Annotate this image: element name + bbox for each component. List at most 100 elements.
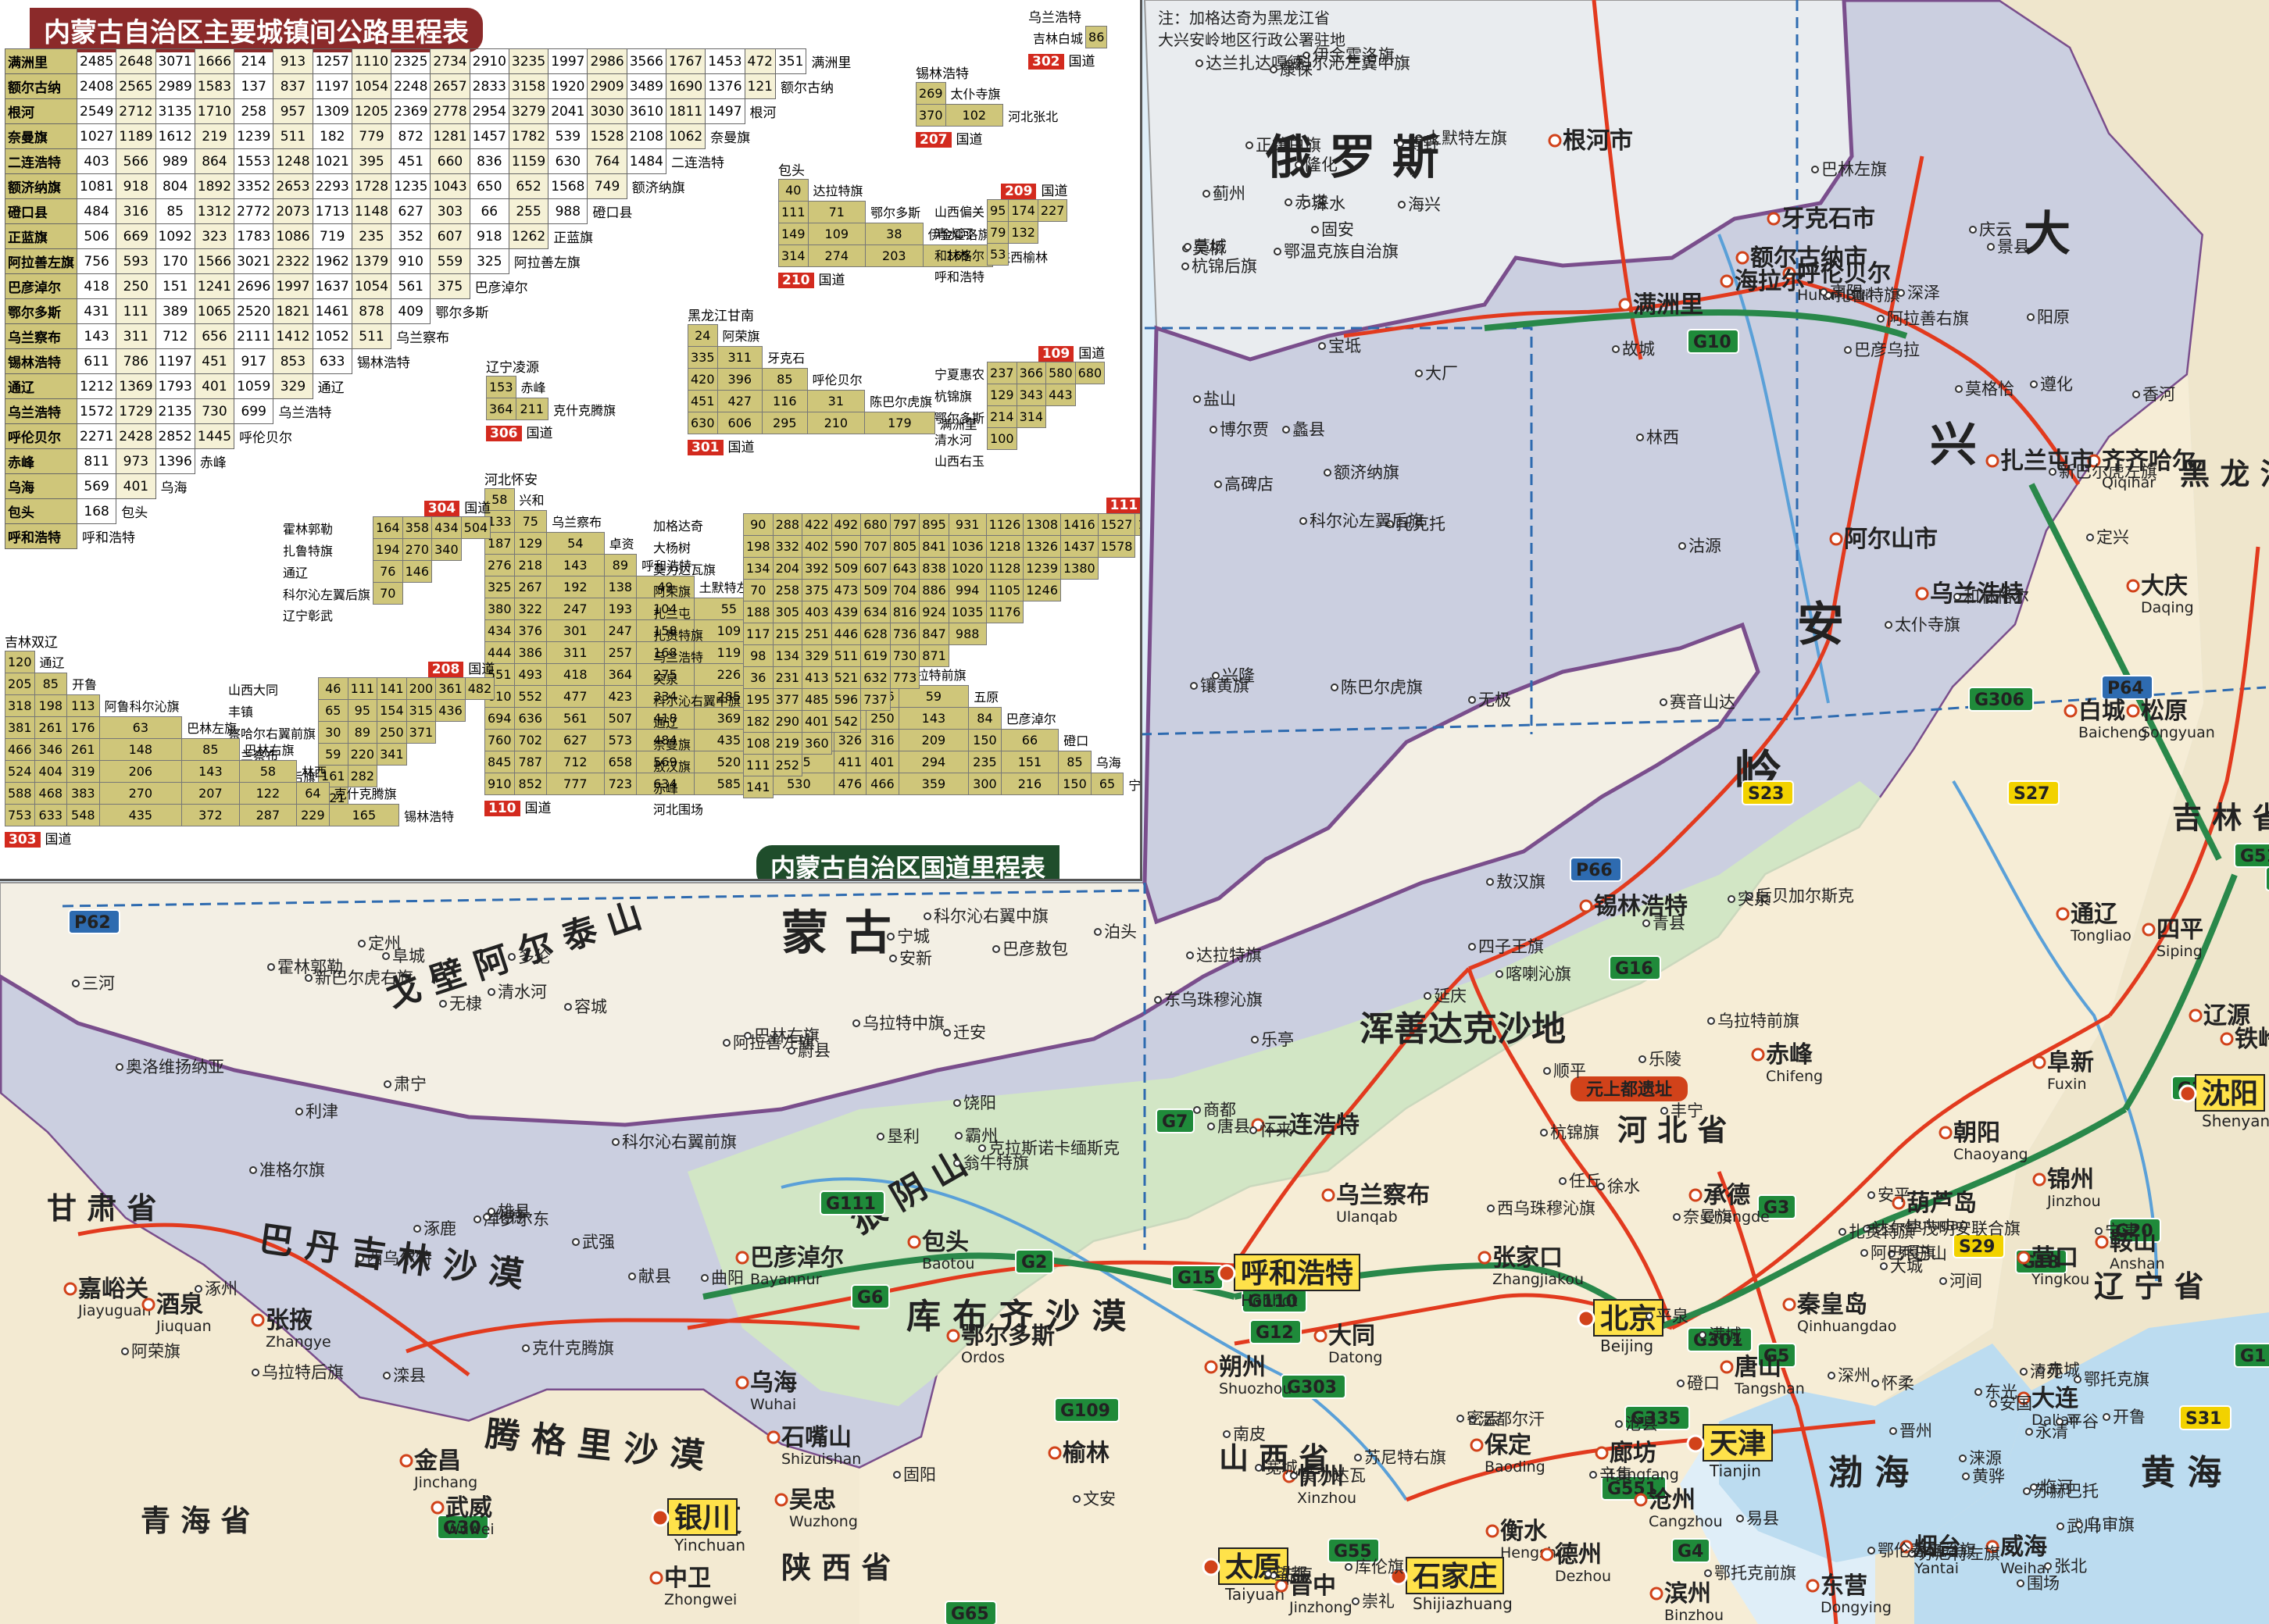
capital-en-label: Shenyang (2202, 1112, 2269, 1130)
city-label: 张家口 (1492, 1244, 1563, 1272)
road-block-head: 黑龙江甘南 (688, 309, 754, 324)
town-marker (1331, 684, 1338, 691)
matrix-cell: 1710 (194, 98, 235, 124)
road-block-cell: 658 (603, 751, 638, 773)
matrix-cell: 137 (234, 73, 274, 99)
road-block-cell: 149 (778, 223, 809, 245)
town-marker (1424, 992, 1431, 1000)
town-marker (1154, 996, 1162, 1004)
town-label: 泊头 (1104, 923, 1137, 941)
road-number-badge: 303 (5, 832, 41, 848)
road-block-label: 鄂尔多斯 (934, 410, 985, 426)
road-block-cell: 176 (66, 716, 100, 739)
town-label: 平谷 (2066, 1412, 2099, 1431)
town-label: 乌拉特后旗 (262, 1363, 344, 1382)
town-marker (953, 1099, 961, 1107)
town-marker (2049, 468, 2056, 476)
matrix-cell: 918 (116, 173, 156, 199)
road-block-label: 山西右玉 (934, 454, 985, 469)
matrix-cell: 3610 (626, 98, 666, 124)
town-marker (887, 933, 895, 940)
town-label: 唐县 (1217, 1117, 1250, 1136)
city-marker (2017, 1251, 2031, 1265)
city-label: 秦皇岛 (1796, 1291, 1867, 1319)
matrix-cell: 1197 (155, 348, 195, 374)
city-en-label: Tongliao (2070, 927, 2131, 944)
road-block-cell: 53 (987, 243, 1009, 266)
town-marker (439, 1000, 447, 1008)
town-label: 献县 (638, 1267, 671, 1286)
road-block-cell: 1176 (985, 601, 1024, 623)
matrix-row-label: 根河 (749, 105, 777, 122)
town-marker (723, 1039, 731, 1047)
road-block-row: 敖汉旗 111 252 (649, 754, 1140, 776)
city-marker (2189, 1008, 2203, 1023)
road-block-cell: 318 (5, 694, 35, 717)
road-block-cell: 573 (603, 729, 638, 751)
city-marker (1720, 274, 1734, 288)
matrix-cell: 756 (76, 248, 117, 274)
road-block-207: 锡林浩特 269 太仆寺旗 370 102 河北张北 207 国道 (916, 62, 1061, 148)
province-label: 甘 肃 省 (47, 1191, 156, 1226)
town-label: 垦利 (887, 1127, 920, 1146)
town-label: 扎赉特旗 (1849, 1222, 1914, 1241)
road-block-row: 120 通辽 (5, 651, 457, 673)
road-block-label: 呼和浩特 (934, 269, 985, 284)
road-block-head: 包头 (778, 163, 805, 179)
road-block-cell: 1128 (985, 557, 1024, 580)
matrix-cell: 255 (508, 198, 549, 224)
town-label: 文安 (1083, 1490, 1116, 1508)
city-en-label: Zhangye (266, 1333, 331, 1351)
matrix-cell: 2108 (626, 123, 666, 149)
town-marker (1677, 1380, 1685, 1387)
town-marker (1285, 198, 1292, 206)
matrix-cell: 1062 (665, 123, 706, 149)
town-label: 容城 (574, 998, 607, 1016)
town-marker (2095, 1227, 2103, 1235)
town-marker (1987, 243, 1995, 251)
town-marker (1094, 928, 1102, 936)
town-label: 赛音山达 (1670, 693, 1735, 712)
matrix-cell: 484 (76, 198, 117, 224)
road-block-cell: 507 (603, 707, 638, 730)
matrix-cell: 143 (76, 323, 117, 349)
town-label: 西乌珠穆沁旗 (1497, 1199, 1595, 1218)
matrix-cell: 121 (744, 73, 776, 99)
road-block-cell: 366 (1016, 362, 1047, 384)
town-marker (2056, 1522, 2064, 1530)
road-block-cell: 392 (802, 557, 832, 580)
city-marker (649, 1571, 663, 1585)
town-marker (953, 1159, 961, 1167)
town-marker (1559, 1177, 1567, 1185)
road-block-cell: 736 (889, 623, 920, 645)
road-block-footer: 306 国道 (486, 422, 619, 441)
city-label: 武威 (445, 1494, 492, 1522)
matrix-cell: 403 (76, 148, 117, 174)
city-en-label: Zhongwei (664, 1591, 737, 1608)
matrix-cell: 2734 (430, 48, 470, 74)
road-block-cell: 548 (66, 804, 100, 826)
city-en-label: Jinzhou (2046, 1193, 2101, 1210)
highway-shield-label: G511 (2240, 847, 2269, 866)
town-marker (384, 1080, 391, 1088)
matrix-cell: 2696 (234, 273, 274, 299)
town-marker (72, 980, 80, 987)
road-block-label: 牙克石 (767, 351, 806, 366)
road-block-cell: 1035 (948, 601, 987, 623)
road-block-cell: 777 (546, 773, 605, 795)
town-marker (612, 1138, 620, 1146)
road-block-label: 扎兰屯 (653, 605, 691, 621)
road-block-cell: 753 (5, 804, 35, 826)
matrix-cell: 1248 (273, 148, 313, 174)
town-marker (1415, 369, 1423, 377)
road-block-cell: 704 (889, 579, 920, 601)
road-block-cell: 632 (860, 666, 891, 689)
city-label: 阿尔山市 (1844, 526, 1938, 553)
matrix-cell: 401 (116, 473, 156, 499)
matrix-cell: 2135 (155, 398, 195, 424)
city-en-label: Baotou (922, 1255, 974, 1272)
city-label: 白城 (2078, 698, 2125, 725)
road-block-cell: 227 (1037, 199, 1068, 222)
town-label: 鄂伦春自治旗 (1878, 1541, 1976, 1560)
matrix-cell: 2073 (273, 198, 313, 224)
